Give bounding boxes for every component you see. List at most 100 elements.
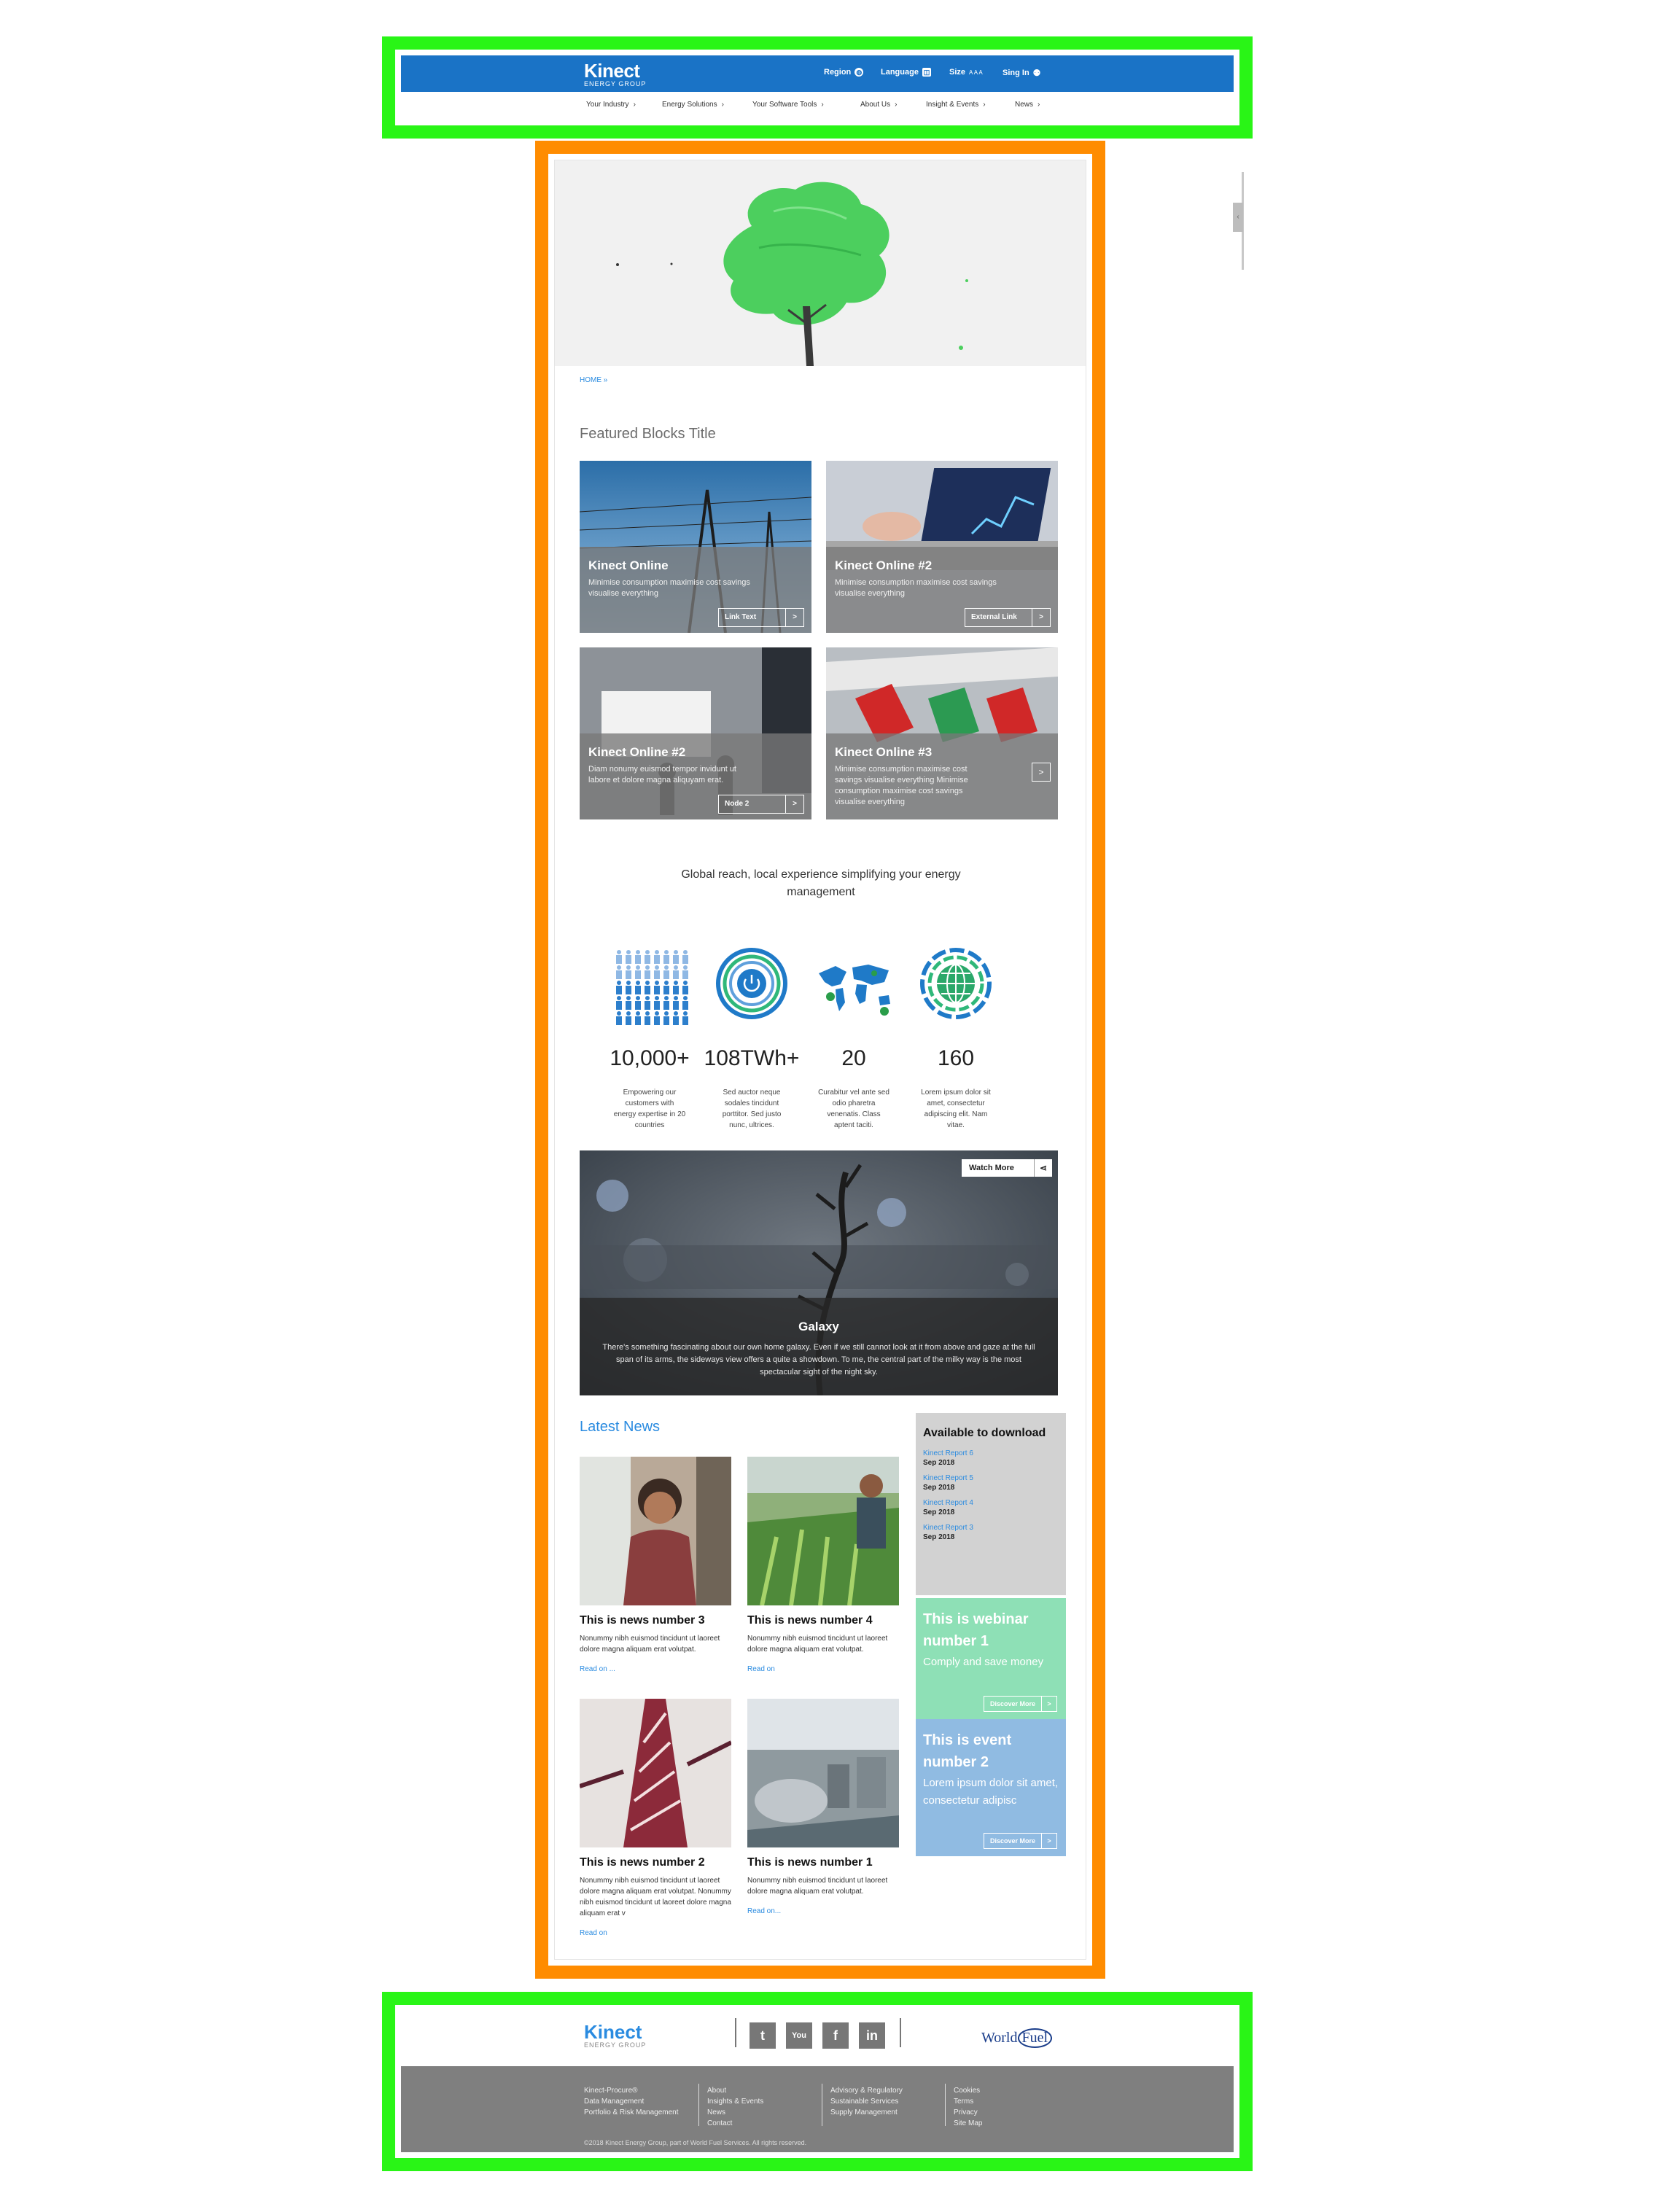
footer-link[interactable]: About <box>707 2085 763 2096</box>
download-item[interactable]: Kinect Report 3 Sep 2018 <box>923 1524 1059 1541</box>
footer-link[interactable]: Portfolio & Risk Management <box>584 2107 679 2118</box>
news-description: Nonummy nibh euismod tincidunt ut laoree… <box>580 1635 720 1654</box>
arrow-right-icon: > <box>793 800 797 808</box>
linkedin-icon[interactable]: in <box>859 2022 885 2049</box>
footer-link[interactable]: Supply Management <box>830 2107 903 2118</box>
stat-countries: 20 Curabitur vel ante sed odio pharetra … <box>803 944 905 1131</box>
stat-energy: 108TWh+ Sed auctor neque sodales tincidu… <box>701 944 803 1131</box>
youtube-icon[interactable]: You <box>786 2022 812 2049</box>
news-title[interactable]: This is news number 3 <box>580 1614 731 1627</box>
footer-link[interactable]: Advisory & Regulatory <box>830 2085 903 2096</box>
footer-link[interactable]: Data Management <box>584 2096 679 2107</box>
region-label: Region <box>824 68 852 77</box>
breadcrumb[interactable]: HOME » <box>580 376 607 384</box>
tree-illustration <box>555 160 1086 366</box>
facebook-icon[interactable]: f <box>822 2022 849 2049</box>
nav-news[interactable]: News › <box>1015 101 1040 109</box>
language-selector[interactable]: Language ◫ <box>881 68 931 77</box>
read-on-link[interactable]: Read on <box>747 1665 899 1673</box>
featured-card[interactable]: Kinect Online Minimise consumption maxim… <box>580 461 811 633</box>
download-link[interactable]: Kinect Report 4 <box>923 1499 1059 1507</box>
footer-link[interactable]: Site Map <box>954 2118 982 2129</box>
featured-card[interactable]: Kinect Online #2 Diam nonumy euismod tem… <box>580 647 811 819</box>
promo-title: This is event number 2 <box>923 1732 1012 1770</box>
nav-insight-events[interactable]: Insight & Events › <box>926 101 986 109</box>
featured-card[interactable]: Kinect Online #3 Minimise consumption ma… <box>826 647 1058 819</box>
nav-energy-solutions[interactable]: Energy Solutions › <box>662 101 724 109</box>
download-link[interactable]: Kinect Report 3 <box>923 1524 1059 1532</box>
text-size-icon: A A A <box>969 69 983 76</box>
download-link[interactable]: Kinect Report 6 <box>923 1449 1059 1457</box>
footer-top: Kinect ENERGY GROUP t You f in World Fuel <box>401 2011 1234 2066</box>
main-content: HOME » Featured Blocks Title Kinect Onli… <box>554 160 1086 1960</box>
footer-link[interactable]: News <box>707 2107 763 2118</box>
download-item[interactable]: Kinect Report 5 Sep 2018 <box>923 1474 1059 1492</box>
news-title[interactable]: This is news number 4 <box>747 1614 899 1627</box>
footer-divider <box>900 2018 901 2047</box>
footer-link[interactable]: Cookies <box>954 2085 982 2096</box>
sign-in-button[interactable]: Sing In ⚉ <box>1003 68 1040 78</box>
chevron-right-icon: › <box>983 101 986 109</box>
footer-link[interactable]: Kinect-Procure® <box>584 2085 679 2096</box>
download-date: Sep 2018 <box>923 1533 955 1541</box>
footer-col-services: Kinect-Procure® Data Management Portfoli… <box>584 2085 679 2118</box>
chevron-right-icon: › <box>895 101 898 109</box>
globe-grid-icon <box>905 944 1007 1030</box>
card-description: Minimise consumption maximise cost savin… <box>835 578 997 598</box>
card-external-link-button[interactable]: External Link > <box>965 608 1051 627</box>
featured-card[interactable]: Kinect Online #2 Minimise consumption ma… <box>826 461 1058 633</box>
read-on-link[interactable]: Read on... <box>747 1907 899 1915</box>
news-image <box>580 1699 731 1847</box>
read-on-link[interactable]: Read on <box>580 1929 731 1937</box>
discover-more-button[interactable]: Discover More > <box>983 1696 1057 1712</box>
news-item[interactable]: This is news number 2 Nonummy nibh euism… <box>580 1699 731 1937</box>
webinar-promo[interactable]: This is webinar number 1 Comply and save… <box>916 1598 1066 1719</box>
video-title: Galaxy <box>798 1320 839 1333</box>
stat-value: 20 <box>841 1046 866 1070</box>
promo-title: This is webinar number 1 <box>923 1611 1029 1649</box>
news-title[interactable]: This is news number 1 <box>747 1856 899 1869</box>
footer-link[interactable]: Terms <box>954 2096 982 2107</box>
news-title[interactable]: This is news number 2 <box>580 1856 731 1869</box>
kinect-logo[interactable]: Kinect ENERGY GROUP <box>584 61 646 87</box>
chevron-right-icon: › <box>633 101 636 109</box>
downloads-panel: Available to download Kinect Report 6 Sep… <box>916 1413 1066 1595</box>
stat-description: Lorem ipsum dolor sit amet, consectetur … <box>921 1089 991 1129</box>
footer-link[interactable]: Contact <box>707 2118 763 2129</box>
download-item[interactable]: Kinect Report 4 Sep 2018 <box>923 1499 1059 1516</box>
nav-your-industry[interactable]: Your Industry › <box>586 101 636 109</box>
news-description: Nonummy nibh euismod tincidunt ut laoree… <box>580 1877 731 1917</box>
discover-more-button[interactable]: Discover More > <box>983 1833 1057 1849</box>
news-image <box>580 1457 731 1605</box>
side-panel-toggle[interactable]: ‹ <box>1233 203 1243 232</box>
download-item[interactable]: Kinect Report 6 Sep 2018 <box>923 1449 1059 1467</box>
card-link-button[interactable]: Link Text > <box>718 608 804 627</box>
site-header: Kinect ENERGY GROUP Region ◍ Language ◫ … <box>401 55 1234 120</box>
watch-more-button[interactable]: Watch More ⋖ <box>962 1159 1052 1177</box>
region-selector[interactable]: Region ◍ <box>824 68 864 77</box>
size-selector[interactable]: Size A A A <box>949 68 983 77</box>
logo-name: Kinect <box>584 60 640 82</box>
footer-col-divider <box>945 2084 946 2126</box>
read-on-link[interactable]: Read on ... <box>580 1665 731 1673</box>
footer-link[interactable]: Insights & Events <box>707 2096 763 2107</box>
footer-kinect-logo[interactable]: Kinect ENERGY GROUP <box>584 2022 646 2049</box>
nav-about-us[interactable]: About Us › <box>860 101 897 109</box>
news-item[interactable]: This is news number 3 Nonummy nibh euism… <box>580 1457 731 1673</box>
card-node-button[interactable]: Node 2 > <box>718 795 804 814</box>
share-icon[interactable]: ⋖ <box>1035 1159 1052 1177</box>
world-fuel-logo[interactable]: World Fuel <box>981 2028 1053 2048</box>
video-block[interactable]: Watch More ⋖ Galaxy There's something fas… <box>580 1150 1058 1395</box>
event-promo[interactable]: This is event number 2 Lorem ipsum dolor… <box>916 1719 1066 1856</box>
news-item[interactable]: This is news number 4 Nonummy nibh euism… <box>747 1457 899 1673</box>
footer-divider <box>735 2018 736 2047</box>
footer-link[interactable]: Sustainable Services <box>830 2096 903 2107</box>
footer-link[interactable]: Privacy <box>954 2107 982 2118</box>
news-item[interactable]: This is news number 1 Nonummy nibh euism… <box>747 1699 899 1915</box>
stat-value: 108TWh+ <box>704 1046 800 1070</box>
card-arrow-button[interactable]: > <box>1032 763 1051 782</box>
download-link[interactable]: Kinect Report 5 <box>923 1474 1059 1482</box>
promo-text: Lorem ipsum dolor sit amet, consectetur … <box>923 1777 1059 1807</box>
nav-software-tools[interactable]: Your Software Tools › <box>752 101 824 109</box>
twitter-icon[interactable]: t <box>750 2022 776 2049</box>
